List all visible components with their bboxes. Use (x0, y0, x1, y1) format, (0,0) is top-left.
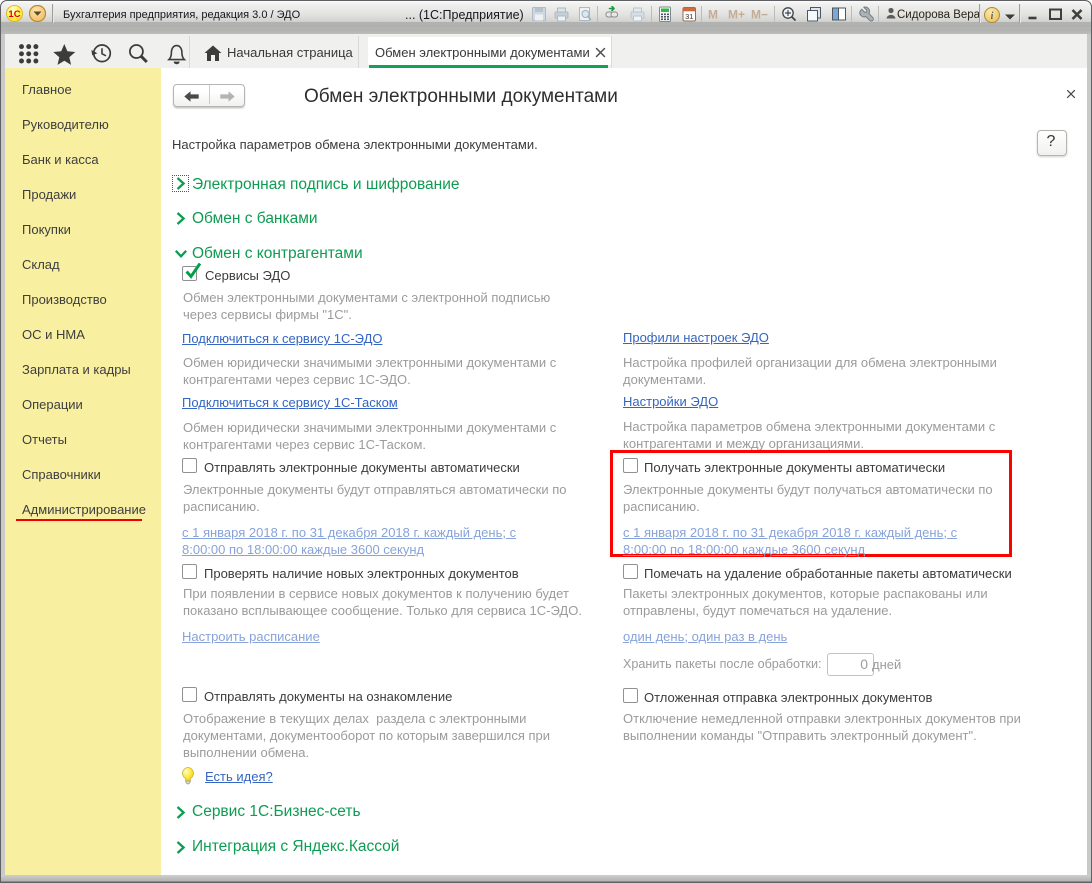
svg-text:1С: 1С (8, 9, 20, 20)
svg-text:31: 31 (685, 12, 693, 21)
svg-text:M−: M− (751, 8, 768, 22)
svg-text:M+: M+ (728, 8, 745, 22)
svg-text:M: M (708, 8, 718, 22)
svg-text:i: i (991, 11, 994, 22)
